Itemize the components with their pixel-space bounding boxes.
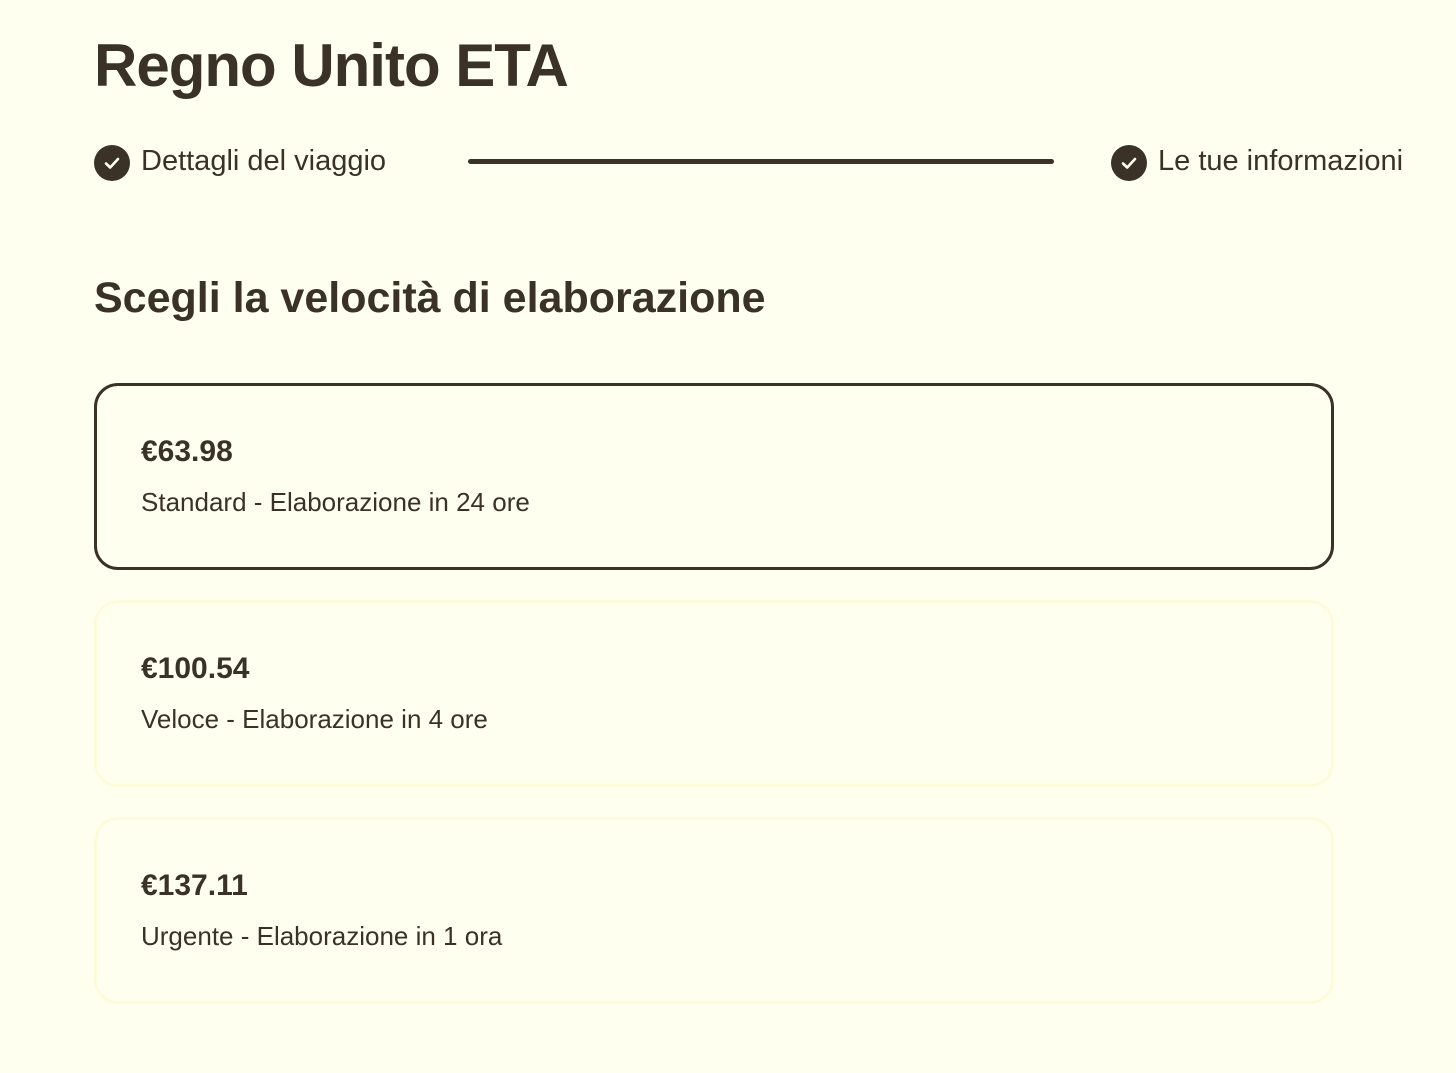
- section-heading: Scegli la velocità di elaborazione: [94, 274, 766, 322]
- step-label: Le tue informazioni: [1158, 145, 1404, 177]
- step-travel-details: Dettagli del viaggio: [94, 138, 386, 184]
- option-description: Urgente - Elaborazione in 1 ora: [141, 921, 503, 951]
- progress-stepper: Dettagli del viaggio Le tue informazioni: [94, 138, 1456, 186]
- processing-option-standard[interactable]: €63.98 Standard - Elaborazione in 24 ore: [94, 383, 1334, 570]
- processing-option-urgent[interactable]: €137.11 Urgente - Elaborazione in 1 ora: [94, 817, 1334, 1004]
- processing-option-fast[interactable]: €100.54 Veloce - Elaborazione in 4 ore: [94, 600, 1334, 787]
- step-your-information: Le tue informazioni: [1111, 138, 1403, 184]
- check-circle-icon: [1111, 145, 1147, 181]
- step-label: Dettagli del viaggio: [141, 145, 387, 177]
- option-description: Standard - Elaborazione in 24 ore: [141, 487, 530, 517]
- option-description: Veloce - Elaborazione in 4 ore: [141, 704, 488, 734]
- step-connector-line: [468, 159, 1054, 164]
- page-title: Regno Unito ETA: [94, 32, 569, 99]
- check-circle-icon: [94, 145, 130, 181]
- option-price: €137.11: [141, 869, 248, 902]
- option-price: €100.54: [141, 652, 250, 685]
- option-price: €63.98: [141, 435, 233, 468]
